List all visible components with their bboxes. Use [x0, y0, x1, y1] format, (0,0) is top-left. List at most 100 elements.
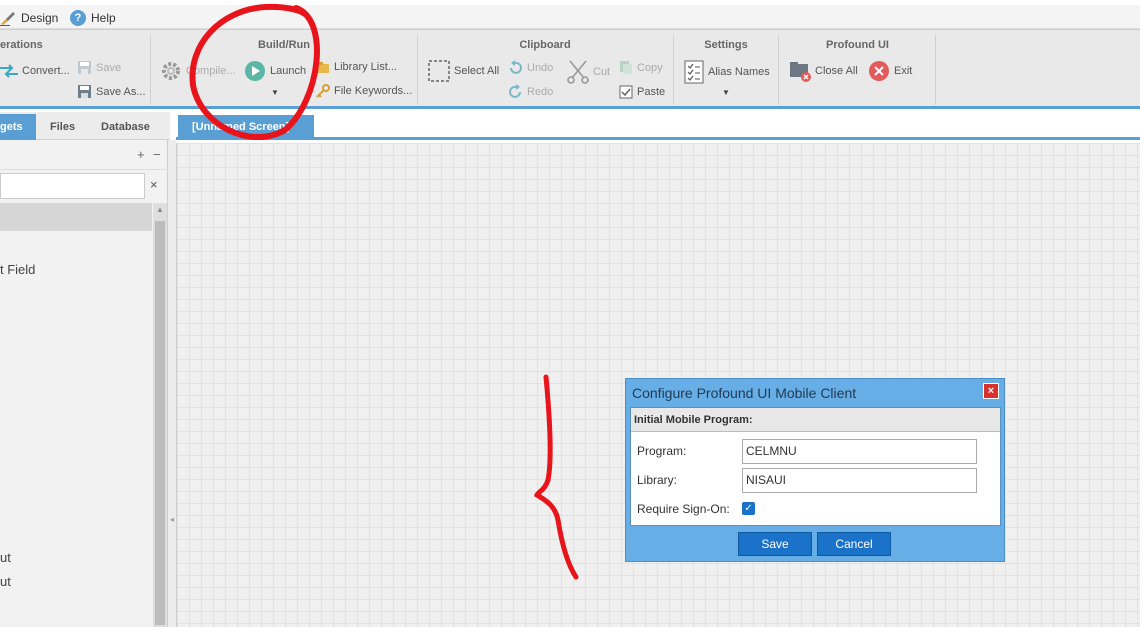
profound-ui-group-title: Profound UI [826, 39, 889, 51]
redo-icon [509, 84, 521, 98]
convert-label: Convert... [22, 65, 70, 77]
widget-list-header [0, 203, 152, 231]
save-button[interactable]: Save [77, 60, 121, 75]
scroll-up-icon[interactable]: ▲ [156, 205, 164, 214]
close-icon[interactable]: × [983, 383, 999, 399]
scissors-icon [567, 60, 589, 84]
alias-names-label: Alias Names [708, 66, 770, 78]
clear-search-icon[interactable]: × [150, 177, 158, 192]
scroll-thumb[interactable] [155, 221, 165, 625]
checklist-icon [684, 60, 704, 84]
build-run-group-title: Build/Run [258, 39, 310, 51]
undo-label: Undo [527, 61, 554, 74]
save-dialog-button[interactable]: Save [738, 532, 812, 556]
list-item[interactable]: t Field [0, 262, 35, 277]
ribbon-separator [778, 35, 779, 105]
close-all-button[interactable]: Close All [789, 60, 858, 82]
dialog-title: Configure Profound UI Mobile Client [632, 385, 857, 401]
design-icon [0, 12, 15, 26]
dialog-body: Initial Mobile Program: Program: CELMNU … [630, 407, 1001, 526]
select-all-icon [428, 60, 450, 82]
file-keywords-button[interactable]: File Keywords... [316, 84, 412, 98]
convert-button[interactable]: Convert... [0, 64, 70, 78]
settings-dropdown-icon[interactable]: ▼ [722, 88, 730, 97]
library-input[interactable]: NISAUI [742, 468, 977, 493]
list-item[interactable]: ut [0, 574, 11, 589]
settings-group-title: Settings [704, 39, 748, 51]
cut-button[interactable]: Cut [567, 60, 610, 84]
play-icon [245, 61, 265, 81]
close-all-label: Close All [815, 65, 858, 77]
ribbon-toolbar: erations Convert... Save Save As... Buil… [0, 29, 1140, 109]
save-icon [78, 61, 91, 74]
alias-names-button[interactable]: Alias Names [684, 60, 770, 84]
save-as-label: Save As... [96, 85, 146, 98]
undo-button[interactable]: Undo [508, 60, 553, 75]
library-icon [317, 62, 329, 73]
ribbon-separator [673, 35, 674, 105]
exit-button[interactable]: Exit [868, 60, 912, 82]
paste-label: Paste [637, 85, 666, 98]
key-icon [316, 84, 330, 98]
left-panel: + − × ▲ t Field ut ut [0, 140, 168, 627]
launch-dropdown-icon[interactable]: ▼ [271, 88, 279, 97]
redo-label: Redo [527, 85, 554, 98]
convert-icon [0, 64, 18, 78]
panel-toolbar: + − [0, 140, 168, 170]
save-label: Save [96, 61, 122, 74]
ribbon-separator [935, 35, 936, 105]
menu-design[interactable]: Design [0, 9, 58, 27]
menu-design-label: Design [21, 11, 59, 25]
launch-button[interactable]: Launch [244, 60, 306, 82]
designer-window: Design ? Help erations Convert... Save S… [0, 0, 1140, 627]
file-keywords-label: File Keywords... [334, 85, 413, 97]
program-input[interactable]: CELMNU [742, 439, 977, 464]
widget-search-input[interactable] [0, 173, 145, 199]
program-label: Program: [637, 444, 687, 458]
exit-label: Exit [894, 65, 913, 77]
tab-widgets[interactable]: gets [0, 114, 36, 140]
copy-button[interactable]: Copy [619, 60, 663, 75]
cut-label: Cut [593, 66, 611, 78]
undo-icon [510, 60, 522, 74]
operations-group-title: erations [0, 39, 43, 51]
save-as-icon [78, 85, 91, 98]
configure-mobile-dialog: Configure Profound UI Mobile Client × In… [625, 378, 1005, 562]
tab-database[interactable]: Database [95, 114, 156, 140]
left-panel-tabs: gets Files Database [0, 112, 170, 140]
tab-unnamed-screen[interactable]: [Unnamed Screen] [178, 115, 314, 140]
cancel-button[interactable]: Cancel [817, 532, 891, 556]
list-item[interactable]: ut [0, 550, 11, 565]
select-all-label: Select All [454, 65, 500, 77]
paste-button[interactable]: Paste [619, 84, 665, 99]
save-as-button[interactable]: Save As... [77, 84, 146, 99]
library-label: Library: [637, 473, 678, 487]
launch-label: Launch [270, 65, 307, 77]
menu-help[interactable]: ? Help [70, 9, 116, 27]
redo-button[interactable]: Redo [508, 84, 553, 99]
select-all-button[interactable]: Select All [428, 60, 499, 82]
ribbon-separator [150, 35, 151, 105]
signon-label: Require Sign-On: [637, 502, 730, 516]
menu-bar: Design ? Help [0, 5, 1140, 29]
ribbon-separator [417, 35, 418, 105]
paste-icon [619, 85, 633, 99]
menu-help-label: Help [91, 11, 116, 25]
gear-icon [162, 62, 180, 80]
close-all-icon [790, 62, 811, 82]
exit-icon [869, 61, 889, 81]
section-header: Initial Mobile Program: [631, 408, 1000, 432]
collapse-icon[interactable]: − [153, 147, 161, 162]
widget-list-scrollbar[interactable]: ▲ [153, 203, 167, 627]
compile-button[interactable]: Compile... [160, 60, 236, 82]
library-list-button[interactable]: Library List... [316, 60, 397, 74]
help-icon: ? [70, 10, 86, 26]
copy-icon [620, 61, 632, 74]
tab-files[interactable]: Files [44, 114, 81, 140]
splitter-grip-icon: ◂ [170, 515, 175, 524]
panel-splitter[interactable]: ◂ [168, 140, 176, 627]
canvas-tab-strip: [Unnamed Screen] [176, 112, 1140, 140]
compile-label: Compile... [186, 65, 236, 77]
expand-icon[interactable]: + [137, 147, 145, 162]
signon-checkbox[interactable]: ✓ [742, 502, 755, 515]
